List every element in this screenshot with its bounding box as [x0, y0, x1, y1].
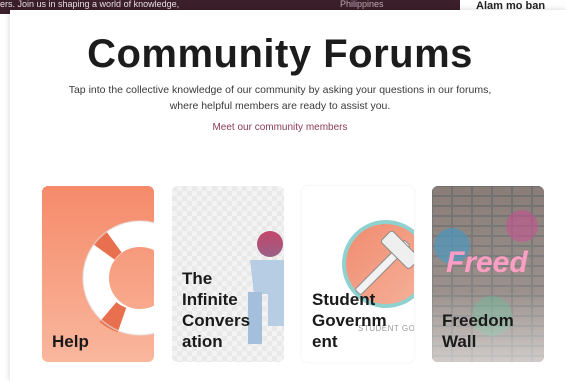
forum-card-label: Freedom Wall — [442, 311, 514, 351]
page-title: Community Forums — [87, 32, 473, 76]
forum-card-label: Student Governm ent — [312, 290, 387, 351]
card-art-text: Freed — [446, 246, 528, 279]
meet-members-link[interactable]: Meet our community members — [10, 122, 550, 133]
forum-card-freedom-wall[interactable]: Freed Freedom Wall — [432, 186, 544, 362]
subtitle-line-1: Tap into the collective knowledge of our… — [68, 84, 492, 96]
forum-card-label: Help — [52, 332, 89, 351]
forum-card-infinite-conversation[interactable]: The Infinite Convers ation — [172, 186, 284, 362]
page-subtitle: Tap into the collective knowledge of our… — [40, 82, 520, 114]
subtitle-line-2: where helpful members are ready to assis… — [169, 100, 391, 112]
community-forums-modal: Community Forums Tap into the collective… — [10, 10, 566, 381]
forum-card-label: The Infinite Convers ation — [182, 269, 251, 351]
banner-text: ers. Join us in shaping a world of knowl… — [0, 0, 180, 9]
forum-card-help[interactable]: Help — [42, 186, 154, 362]
banner-country: Philippines — [340, 0, 384, 9]
forum-card-student-government[interactable]: STUDENT GOVER Student Governm ent — [302, 186, 414, 362]
